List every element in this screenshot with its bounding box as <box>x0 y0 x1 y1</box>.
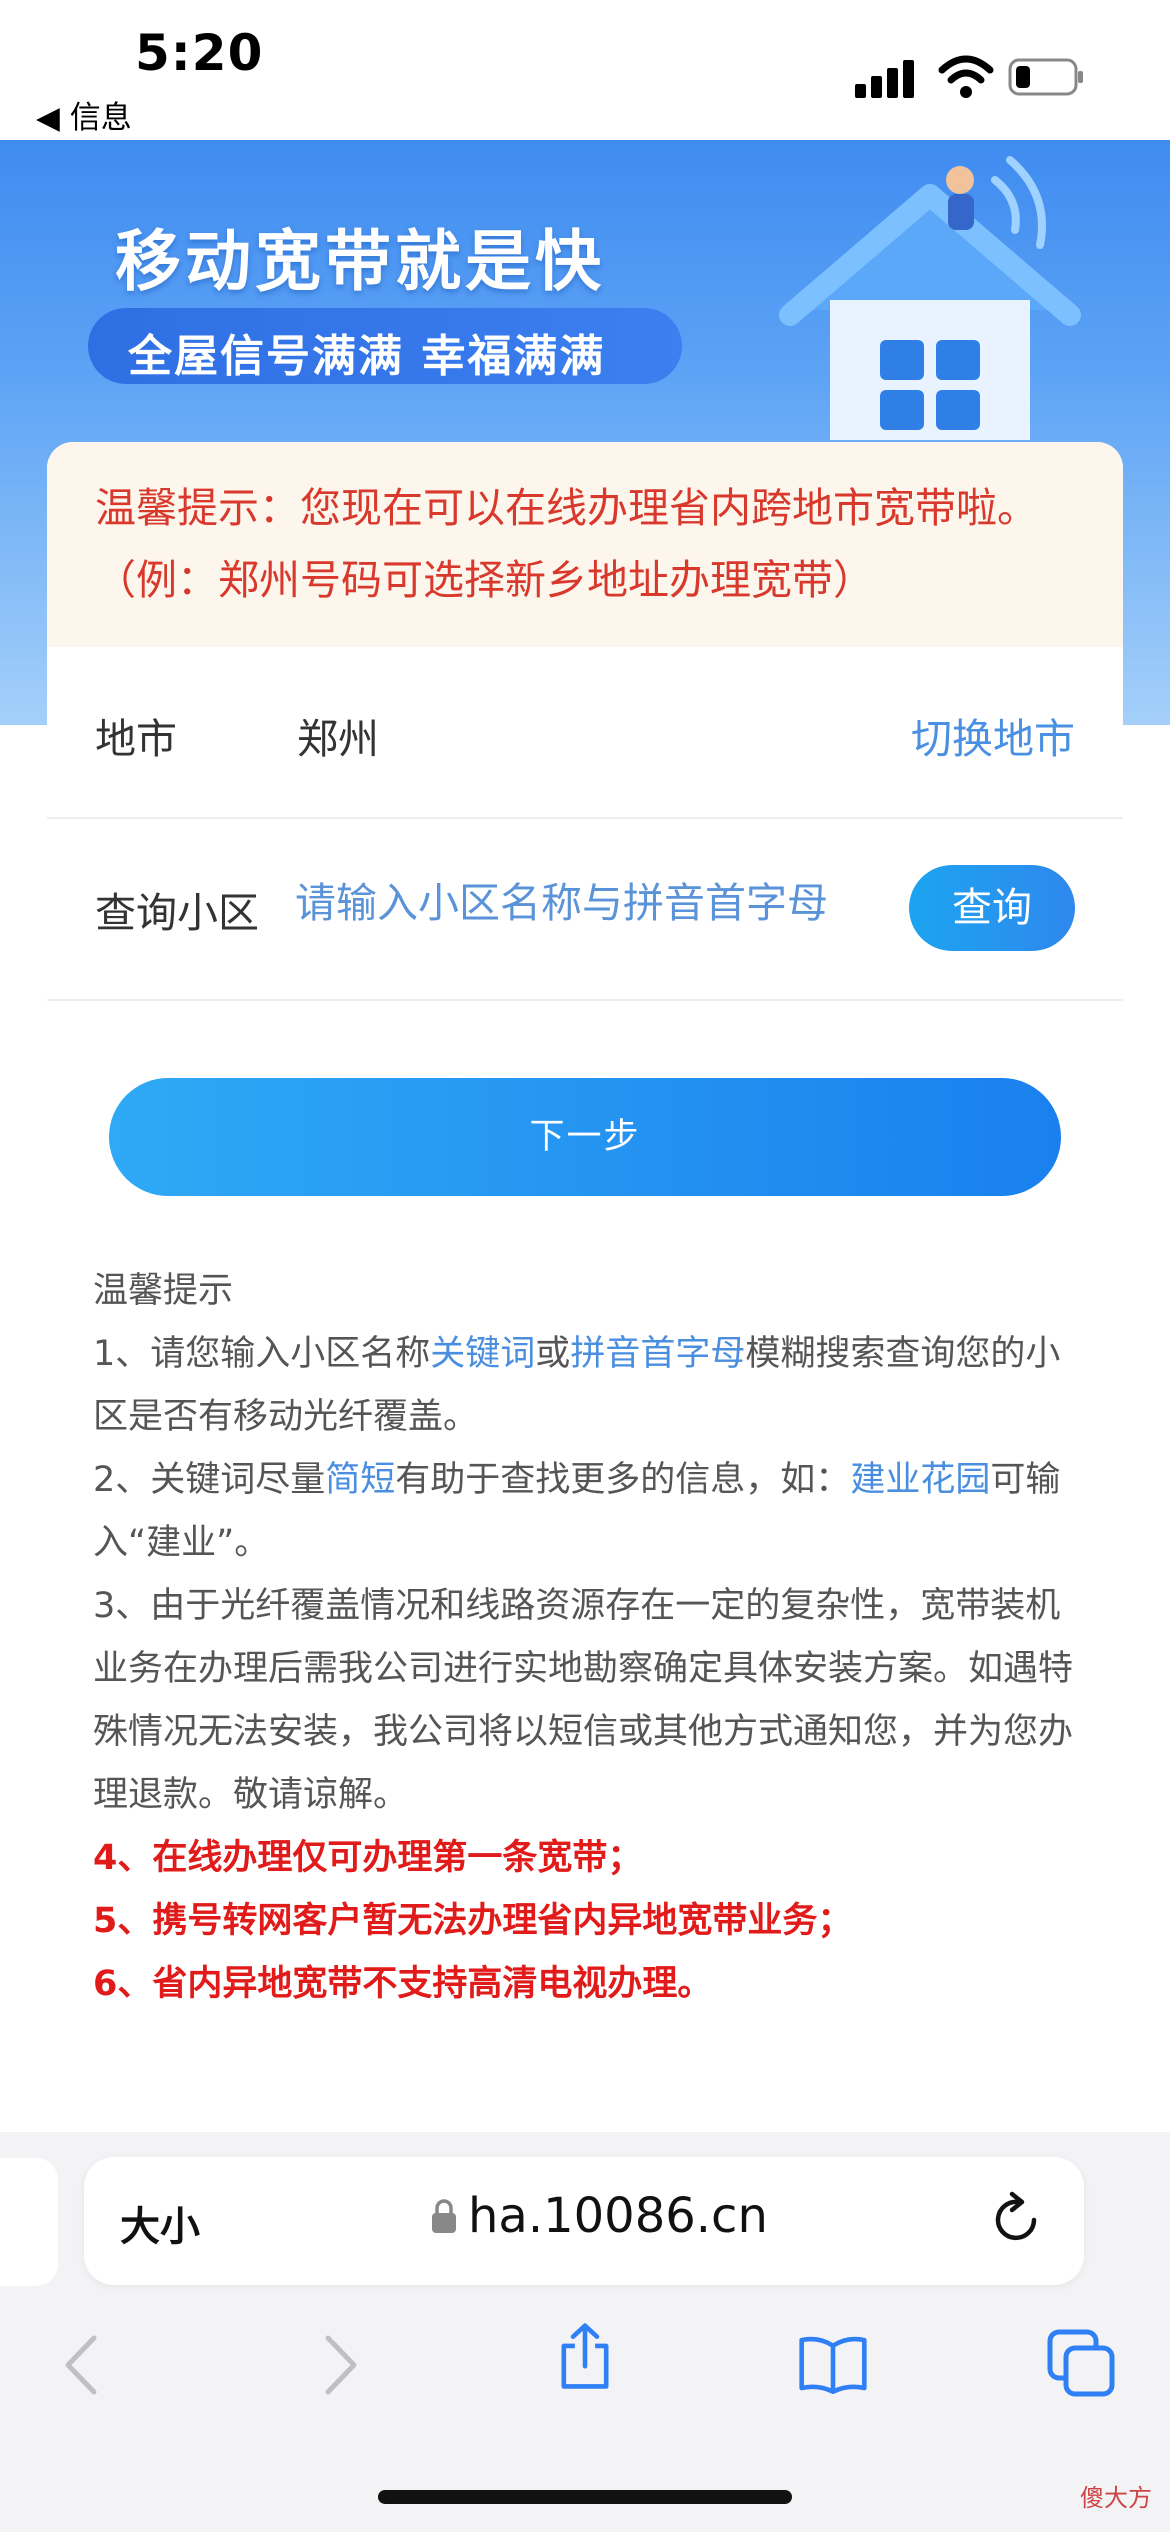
tip-6-warning: 6、省内异地宽带不支持高清电视办理。 <box>93 1964 713 2004</box>
home-indicator <box>378 2490 792 2504</box>
bookmarks-icon[interactable] <box>798 2330 868 2400</box>
tabs-icon[interactable] <box>1046 2328 1116 2398</box>
lock-icon <box>432 2199 456 2233</box>
share-icon[interactable] <box>550 2322 620 2392</box>
previous-tab-peek[interactable] <box>0 2158 58 2286</box>
next-step-button[interactable]: 下一步 <box>109 1078 1061 1196</box>
tip-2: 2、关键词尽量简短有助于查找更多的信息，如：建业花园可输入“建业”。 <box>93 1460 1061 1563</box>
wifi-icon <box>938 55 994 98</box>
city-value: 郑州 <box>297 715 379 763</box>
city-label: 地市 <box>95 715 177 763</box>
broadband-form-card: 温馨提示：您现在可以在线办理省内跨地市宽带啦。（例：郑州号码可选择新乡地址办理宽… <box>47 442 1123 2142</box>
notice-text: 温馨提示：您现在可以在线办理省内跨地市宽带啦。（例：郑州号码可选择新乡地址办理宽… <box>95 484 1038 604</box>
query-row: 查询小区 查询 <box>47 819 1123 1001</box>
back-to-messages[interactable]: ◀ 信息 <box>36 92 132 137</box>
cellular-signal-icon <box>855 58 917 98</box>
tips-section: 温馨提示 1、请您输入小区名称关键词或拼音首字母模糊搜索查询您的小区是否有移动光… <box>93 1260 1093 2016</box>
url-text[interactable]: ha.10086.cn <box>468 2188 768 2244</box>
query-label: 查询小区 <box>95 889 259 937</box>
status-time: 5:20 <box>135 24 264 82</box>
house-illustration-icon <box>779 156 1081 440</box>
community-search-input[interactable] <box>295 873 935 933</box>
banner-subtitle: 全屋信号满满 幸福满满 <box>128 331 606 382</box>
back-arrow-icon[interactable] <box>50 2330 120 2400</box>
tip-1: 1、请您输入小区名称关键词或拼音首字母模糊搜索查询您的小区是否有移动光纤覆盖。 <box>93 1334 1061 1437</box>
tip-4-warning: 4、在线办理仅可办理第一条宽带； <box>93 1838 643 1878</box>
tips-title: 温馨提示 <box>93 1271 234 1311</box>
watermark: 傻大方 <box>1080 2484 1152 2512</box>
city-row: 地市 郑州 切换地市 <box>47 647 1123 819</box>
banner-title: 移动宽带就是快 <box>115 223 605 300</box>
tip-3: 3、由于光纤覆盖情况和线路资源存在一定的复杂性，宽带装机业务在办理后需我公司进行… <box>93 1586 1074 1815</box>
battery-icon <box>1008 58 1083 96</box>
forward-arrow-icon[interactable] <box>302 2330 372 2400</box>
reload-icon[interactable] <box>990 2190 1046 2250</box>
tip-5-warning: 5、携号转网客户暂无法办理省内异地宽带业务； <box>93 1901 853 1941</box>
query-button[interactable]: 查询 <box>909 865 1075 951</box>
switch-city-link[interactable]: 切换地市 <box>911 705 1075 765</box>
notice-box: 温馨提示：您现在可以在线办理省内跨地市宽带啦。（例：郑州号码可选择新乡地址办理宽… <box>47 442 1123 647</box>
text-size-button[interactable]: 大小 <box>120 2194 200 2252</box>
